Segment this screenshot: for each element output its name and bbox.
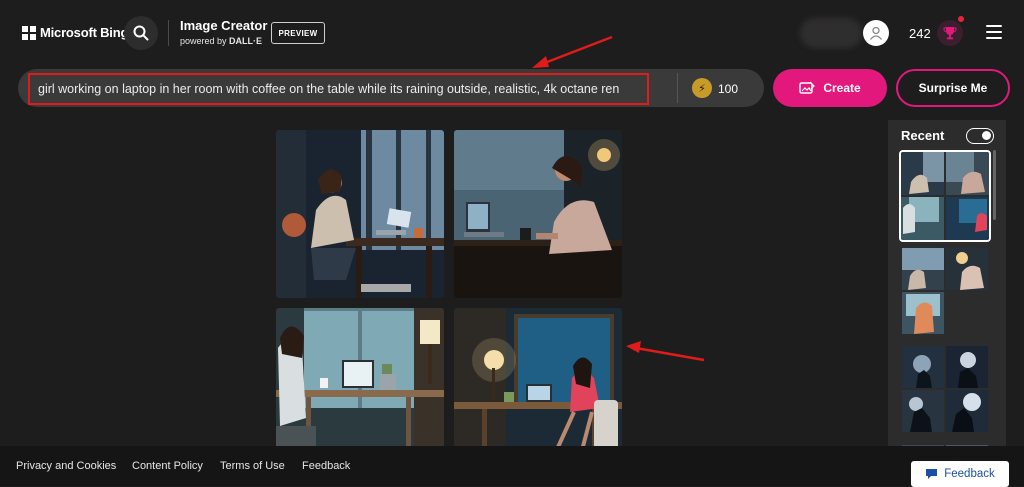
footer-link-privacy[interactable]: Privacy and Cookies xyxy=(16,460,116,472)
annotation-arrow-image xyxy=(626,341,705,362)
footer-link-feedback[interactable]: Feedback xyxy=(302,460,350,472)
hamburger-icon xyxy=(986,25,1002,27)
annotation-arrow-prompt xyxy=(532,35,613,68)
user-icon xyxy=(869,26,883,40)
powered-by-label: powered by xyxy=(180,36,227,46)
preview-badge: PREVIEW xyxy=(271,22,325,44)
microsoft-logo-icon[interactable] xyxy=(22,26,36,40)
recent-scrollbar[interactable] xyxy=(993,150,996,220)
trophy-icon xyxy=(943,27,957,40)
create-icon xyxy=(799,81,816,94)
brand-name[interactable]: Microsoft Bing xyxy=(40,25,128,40)
rewards-button[interactable] xyxy=(937,20,963,46)
surprise-me-button[interactable]: Surprise Me xyxy=(896,69,1010,107)
search-icon xyxy=(133,25,149,41)
product-title[interactable]: Image Creator xyxy=(180,18,267,33)
recent-thumbnail-selected[interactable] xyxy=(899,150,991,242)
avatar[interactable] xyxy=(863,20,889,46)
boost-count: 100 xyxy=(718,82,739,96)
footer-link-content-policy[interactable]: Content Policy xyxy=(132,460,203,472)
create-button[interactable]: Create xyxy=(773,69,887,107)
header-divider xyxy=(168,20,169,46)
menu-button[interactable] xyxy=(986,25,1002,39)
notification-dot xyxy=(958,16,964,22)
generated-image-1[interactable] xyxy=(276,130,444,298)
footer-link-terms[interactable]: Terms of Use xyxy=(220,460,285,472)
feedback-button-label: Feedback xyxy=(944,468,995,480)
create-label: Create xyxy=(823,81,861,95)
recent-toggle[interactable] xyxy=(966,128,994,144)
prompt-divider xyxy=(677,73,678,103)
recent-thumbnail-3[interactable] xyxy=(902,346,988,432)
blurred-username[interactable] xyxy=(800,18,862,48)
powered-by-text: powered by DALL·E xyxy=(180,36,262,46)
boost-icon[interactable]: ⚡ xyxy=(692,78,712,98)
search-button[interactable] xyxy=(124,16,158,50)
recent-title: Recent xyxy=(901,128,945,143)
feedback-button[interactable]: Feedback xyxy=(911,461,1009,487)
powered-by-brand: DALL·E xyxy=(229,36,263,46)
rewards-count[interactable]: 242 xyxy=(909,26,931,41)
recent-thumbnail-2[interactable] xyxy=(902,248,988,334)
prompt-input[interactable]: girl working on laptop in her room with … xyxy=(28,73,649,105)
feedback-icon xyxy=(926,469,938,479)
generated-image-2[interactable] xyxy=(454,130,622,298)
